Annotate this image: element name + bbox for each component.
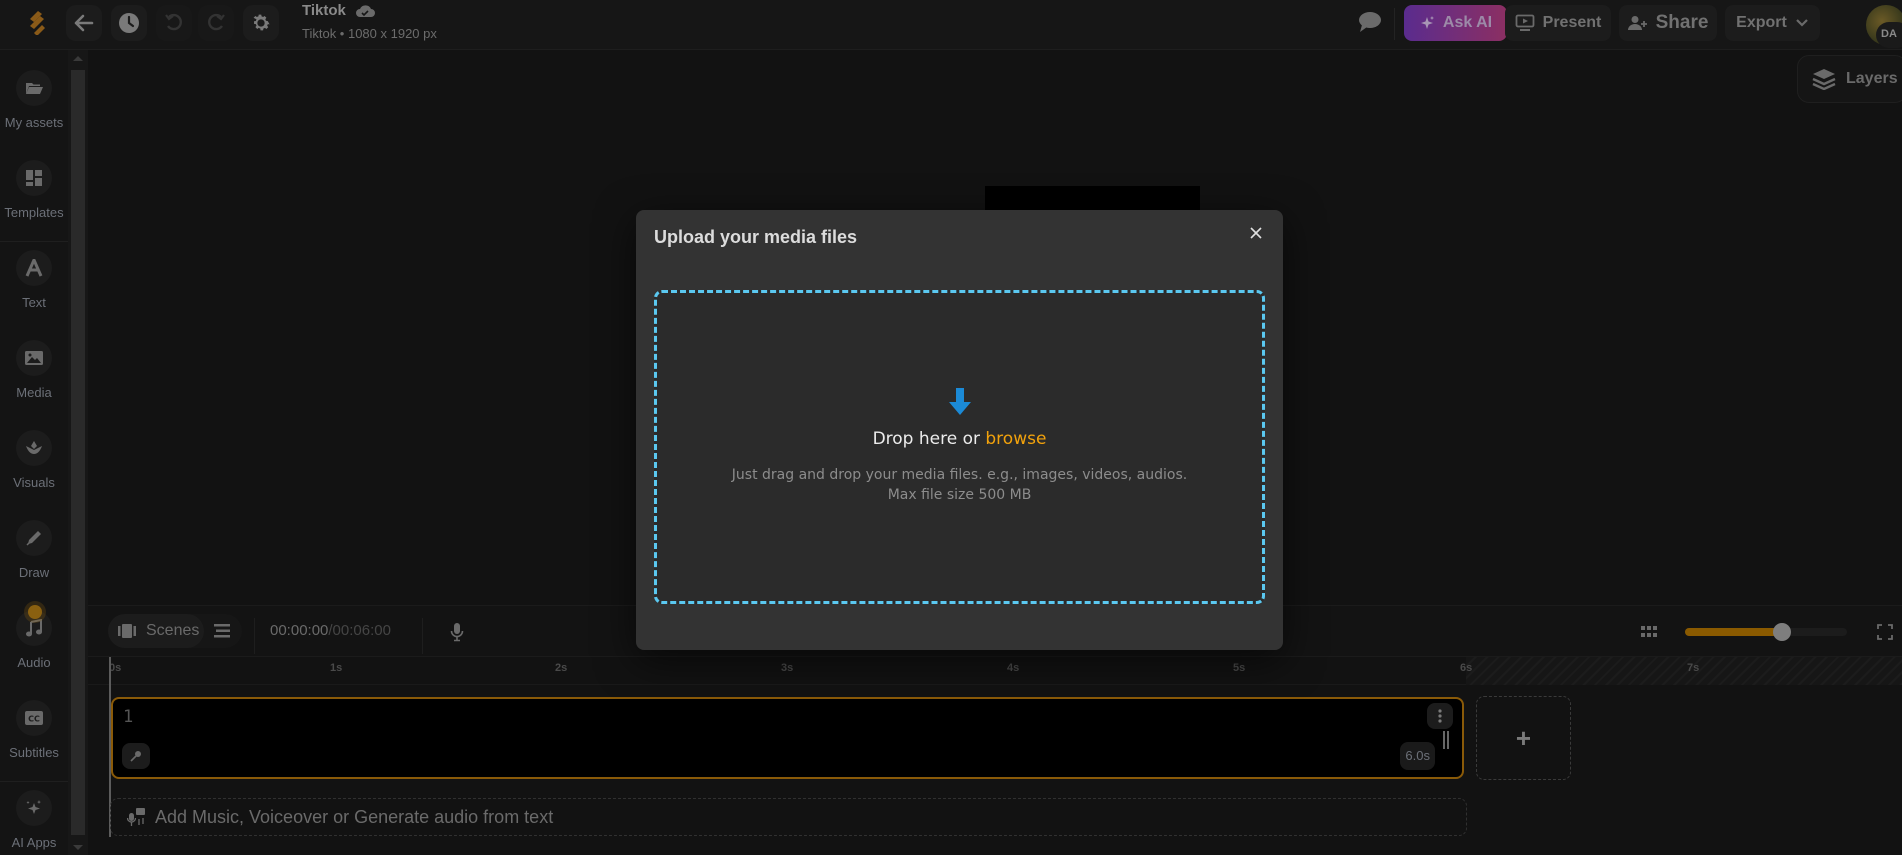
upload-modal: Upload your media files Drop here or bro… (636, 210, 1283, 650)
file-dropzone[interactable]: Drop here or browse Just drag and drop y… (654, 290, 1265, 604)
app-root: Tiktok Tiktok • 1080 x 1920 px Ask AI Pr… (0, 0, 1902, 855)
download-arrow-icon (949, 388, 971, 415)
close-icon[interactable] (1247, 224, 1265, 242)
max-size-note: Max file size 500 MB (887, 487, 1032, 503)
drop-instruction: Drop here or browse (657, 429, 1262, 449)
modal-title: Upload your media files (654, 227, 858, 247)
dropzone-description: Just drag and drop your media files. e.g… (657, 465, 1262, 505)
description-line: Just drag and drop your media files. e.g… (731, 467, 1188, 483)
drop-text: Drop here or (872, 429, 986, 449)
browse-link[interactable]: browse (985, 429, 1046, 449)
